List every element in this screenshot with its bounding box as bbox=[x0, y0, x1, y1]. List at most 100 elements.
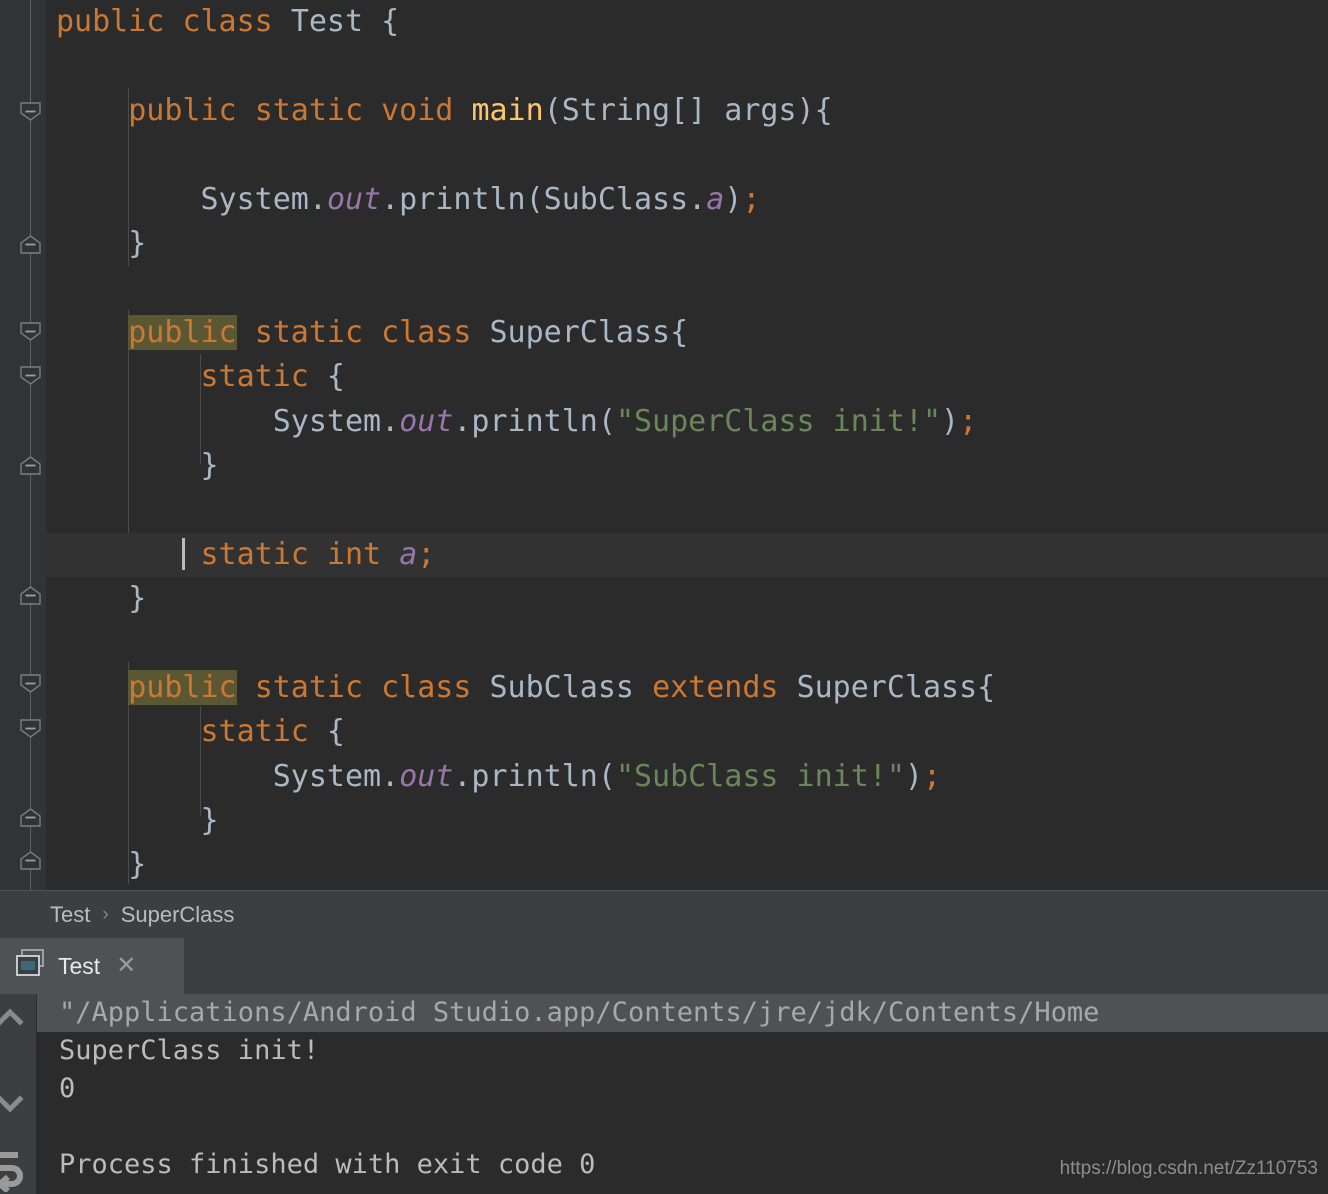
code-line[interactable]: System.out.println("SuperClass init!"); bbox=[46, 400, 1328, 444]
code-line[interactable]: } bbox=[46, 222, 1328, 266]
code-token: static bbox=[200, 359, 309, 395]
fold-end-icon[interactable] bbox=[20, 456, 41, 475]
code-token: out bbox=[399, 403, 454, 439]
code-line[interactable]: static int a; bbox=[46, 532, 1328, 578]
arrow-down-icon[interactable] bbox=[0, 1082, 30, 1126]
code-line[interactable]: public static class SubClass extends Sup… bbox=[46, 666, 1328, 710]
console-icon bbox=[16, 949, 46, 983]
fold-collapse-icon[interactable] bbox=[20, 366, 41, 385]
code-token: .println(SubClass. bbox=[381, 181, 707, 217]
code-token: ) bbox=[941, 403, 960, 439]
code-token: SuperClass{ bbox=[489, 314, 689, 350]
fold-rail bbox=[30, 0, 31, 890]
code-line[interactable]: } bbox=[46, 799, 1328, 843]
breadcrumb-item-superclass[interactable]: SuperClass bbox=[121, 902, 235, 928]
code-token: static bbox=[254, 669, 364, 705]
code-token: static bbox=[254, 92, 364, 128]
code-token: } bbox=[128, 847, 147, 883]
fold-end-icon[interactable] bbox=[20, 851, 41, 870]
code-token: static bbox=[200, 714, 309, 750]
code-token: } bbox=[128, 581, 147, 617]
code-line[interactable] bbox=[46, 488, 1328, 532]
code-token: SuperClass{ bbox=[796, 669, 996, 705]
code-token: main bbox=[471, 92, 544, 128]
code-token: ; bbox=[922, 758, 942, 794]
breadcrumb[interactable]: Test › SuperClass bbox=[0, 890, 1328, 938]
editor-gutter[interactable] bbox=[0, 0, 47, 890]
code-token: static bbox=[200, 536, 309, 572]
code-token: ; bbox=[742, 181, 761, 217]
code-line[interactable] bbox=[46, 44, 1328, 88]
code-line[interactable] bbox=[46, 621, 1328, 665]
code-line[interactable] bbox=[46, 133, 1328, 177]
close-icon[interactable]: ✕ bbox=[116, 954, 136, 978]
code-line[interactable]: public class Test { bbox=[46, 0, 1328, 44]
fold-end-icon[interactable] bbox=[20, 808, 41, 827]
fold-end-icon[interactable] bbox=[20, 235, 41, 254]
code-token: ) bbox=[724, 181, 743, 217]
code-line[interactable]: public static void main(String[] args){ bbox=[46, 89, 1328, 133]
code-line[interactable]: static { bbox=[46, 710, 1328, 754]
code-token: (String[] args){ bbox=[543, 92, 833, 128]
code-line[interactable]: } bbox=[46, 843, 1328, 887]
code-token: class bbox=[381, 669, 472, 705]
code-token: SubClass bbox=[489, 669, 635, 705]
code-token: a bbox=[706, 181, 725, 217]
arrow-up-icon[interactable] bbox=[0, 996, 30, 1040]
code-line[interactable]: System.out.println("SubClass init!"); bbox=[46, 755, 1328, 799]
console-line: 0 bbox=[59, 1073, 76, 1104]
breadcrumb-item-test[interactable]: Test bbox=[50, 902, 90, 928]
code-token: out bbox=[399, 758, 454, 794]
fold-collapse-icon[interactable] bbox=[20, 102, 41, 121]
fold-end-icon[interactable] bbox=[20, 586, 41, 605]
code-line[interactable]: System.out.println(SubClass.a); bbox=[46, 178, 1328, 222]
java-code-editor[interactable]: public class Test { public static void m… bbox=[0, 0, 1328, 890]
fold-collapse-icon[interactable] bbox=[20, 322, 41, 341]
highlighted-identifier: public bbox=[128, 314, 237, 350]
code-line[interactable]: public static class SuperClass{ bbox=[46, 311, 1328, 355]
fold-collapse-icon[interactable] bbox=[20, 674, 41, 693]
code-line[interactable] bbox=[46, 266, 1328, 310]
run-tab-label: Test bbox=[58, 952, 101, 979]
code-token: Test bbox=[290, 4, 364, 39]
highlighted-identifier: public bbox=[128, 669, 237, 705]
code-line[interactable]: static { bbox=[46, 355, 1328, 399]
fold-collapse-icon[interactable] bbox=[20, 719, 41, 738]
code-token: out bbox=[326, 181, 382, 217]
code-line[interactable]: } bbox=[46, 444, 1328, 488]
soft-wrap-icon[interactable] bbox=[0, 1144, 30, 1194]
code-token: class bbox=[182, 4, 273, 39]
code-token: ; bbox=[417, 536, 436, 572]
run-tab-test[interactable]: Test ✕ bbox=[0, 938, 184, 994]
editor-code-area[interactable]: public class Test { public static void m… bbox=[46, 0, 1328, 890]
console-toolbar[interactable] bbox=[0, 994, 37, 1194]
code-token: public bbox=[56, 4, 165, 39]
code-line[interactable]: } bbox=[46, 577, 1328, 621]
code-token: } bbox=[200, 447, 219, 483]
code-token: void bbox=[381, 92, 454, 128]
code-token: extends bbox=[652, 669, 779, 705]
code-token: "SuperClass init!" bbox=[615, 403, 942, 439]
